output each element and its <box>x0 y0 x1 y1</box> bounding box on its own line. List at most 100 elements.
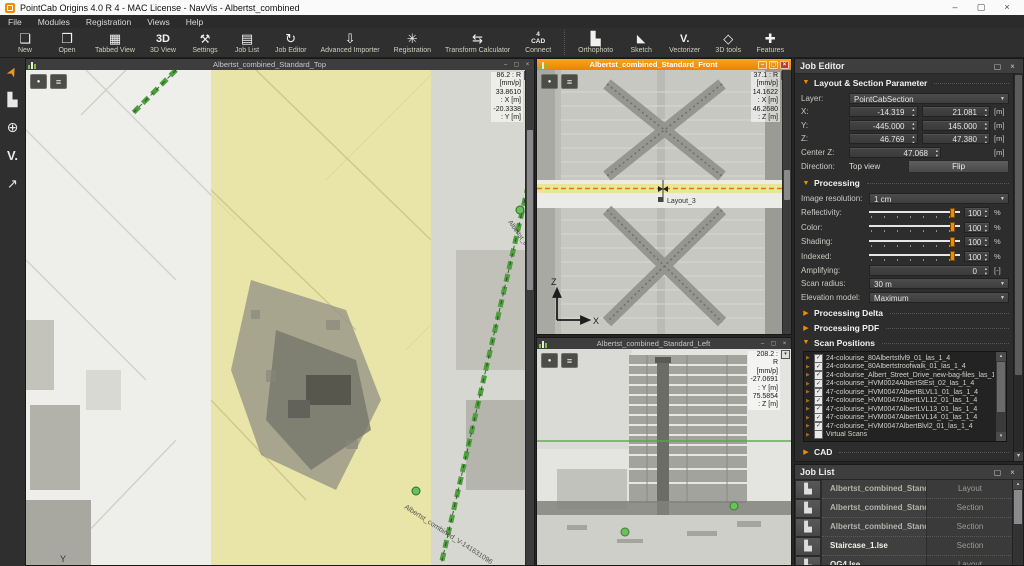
scan-checkbox[interactable]: ✓ <box>814 380 823 389</box>
viewport-close-button[interactable]: × <box>523 61 532 69</box>
layers-icon[interactable] <box>561 353 578 368</box>
menu-item[interactable]: Views <box>139 17 178 27</box>
scan-position-row[interactable]: ▶ ✓ 24-colourise_Albert_Street_Drive_new… <box>806 371 994 380</box>
toolbar-button[interactable]: ⚒ Settings <box>184 28 226 57</box>
scan-checkbox[interactable]: ✓ <box>814 397 823 406</box>
viewport-front-titlebar[interactable]: Albertst_combined_Standard_Front – ▢ × <box>537 59 791 70</box>
toolbar-button[interactable]: ✳ Registration <box>387 28 438 57</box>
percent-slider[interactable] <box>869 236 960 248</box>
scan-position-row[interactable]: ▶ ✓ 47-colourise_HVM0047AlbertBLVL1_01_l… <box>806 388 994 397</box>
window-maximize-button[interactable]: ▢ <box>975 2 987 13</box>
menu-item[interactable]: Modules <box>30 17 78 27</box>
job-list-row[interactable]: Albertst_combined_Standard Layout <box>795 480 1013 498</box>
scan-checkbox[interactable]: ✓ <box>814 405 823 414</box>
scan-position-row[interactable]: ▶ ✓ 47-colourise_HVM0047AlbertLVL12_01_l… <box>806 397 994 406</box>
scan-checkbox[interactable]: ✓ <box>814 388 823 397</box>
scan-position-row[interactable]: ▶ ✓ 47-colourise_HVM0047AlbertBlvl2_01_l… <box>806 422 994 431</box>
float-panel-icon[interactable]: ▢ <box>992 468 1003 477</box>
snapshot-icon[interactable] <box>541 353 558 368</box>
scan-checkbox[interactable]: ✓ <box>814 371 823 380</box>
job-list-scrollbar[interactable] <box>1012 480 1023 565</box>
toolbar-button[interactable]: V. Vectorizer <box>662 28 707 57</box>
section-processing[interactable]: Processing <box>801 176 1009 191</box>
expand-arrow-icon[interactable]: ▶ <box>806 355 811 361</box>
menu-item[interactable]: Help <box>178 17 211 27</box>
section-cad[interactable]: CAD <box>801 444 1009 459</box>
toolbar-button[interactable]: ◣ Sketch <box>620 28 662 57</box>
scan-checkbox[interactable]: ✓ <box>814 422 823 431</box>
percent-slider[interactable] <box>869 221 960 233</box>
viewport-top-titlebar[interactable]: Albertst_combined_Standard_Top – ▢ × <box>26 59 534 70</box>
center-z-field[interactable]: 47.068 <box>849 147 941 158</box>
slider-value-field[interactable]: 100 <box>964 236 990 247</box>
point-features-icon[interactable]: ↗ <box>3 175 22 192</box>
job-editor-header[interactable]: Job Editor ▢ × <box>795 59 1023 74</box>
toolbar-button[interactable]: ❏ New <box>4 28 46 57</box>
top-view-scrollbar[interactable] <box>525 70 534 565</box>
toolbar-button[interactable]: ⇩ Advanced Importer <box>314 28 387 57</box>
section-processing-pdf[interactable]: Processing PDF <box>801 320 1009 335</box>
toolbar-button[interactable]: ◇ 3D tools <box>707 28 749 57</box>
percent-slider[interactable] <box>869 207 960 219</box>
snapshot-icon[interactable] <box>30 74 47 89</box>
scan-position-row[interactable]: ▶ ✓ 47-colourise_HVM0047AlbertLVL13_01_l… <box>806 405 994 414</box>
job-list-row[interactable]: Staircase_1.lse Section <box>795 537 1013 555</box>
range-max-field[interactable]: 47.380 <box>922 133 991 144</box>
expand-arrow-icon[interactable]: ▶ <box>806 372 811 378</box>
toolbar-button[interactable]: 4 CAD Connect <box>517 28 559 57</box>
menu-item[interactable]: File <box>0 17 30 27</box>
readout-collapse-button[interactable] <box>781 350 790 359</box>
slider-value-field[interactable]: 100 <box>964 207 990 218</box>
expand-arrow-icon[interactable]: ▶ <box>806 389 811 395</box>
window-close-button[interactable]: × <box>1001 2 1013 13</box>
focus-icon[interactable]: ⊕ <box>3 119 22 136</box>
menu-item[interactable]: Registration <box>78 17 139 27</box>
job-list-header[interactable]: Job List ▢ × <box>795 465 1023 480</box>
toolbar-button[interactable]: ▤ Job List <box>226 28 268 57</box>
toolbar-button[interactable]: ❒ Open <box>46 28 88 57</box>
float-panel-icon[interactable]: ▢ <box>992 62 1003 71</box>
scan-radius-dropdown[interactable]: 30 m <box>869 278 1009 289</box>
layers-icon[interactable] <box>561 74 578 89</box>
expand-arrow-icon[interactable]: ▶ <box>806 423 811 429</box>
scan-checkbox[interactable]: ✓ <box>814 414 823 423</box>
vectorizer-icon[interactable]: V. <box>3 147 22 164</box>
job-list-row[interactable]: Albertst_combined_Standard Section <box>795 499 1013 517</box>
elevation-model-dropdown[interactable]: Maximum <box>869 292 1009 303</box>
expand-arrow-icon[interactable]: ▶ <box>806 364 811 370</box>
range-min-field[interactable]: -445.000 <box>849 120 918 131</box>
toolbar-button[interactable]: ▦ Tabbed View <box>88 28 142 57</box>
viewport-maximize-button[interactable]: ▢ <box>769 340 778 348</box>
scan-position-marker[interactable] <box>621 528 629 536</box>
toolbar-button[interactable]: ✚ Features <box>749 28 791 57</box>
range-min-field[interactable]: 46.769 <box>849 133 918 144</box>
range-max-field[interactable]: 145.000 <box>922 120 991 131</box>
layer-dropdown[interactable]: PointCabSection <box>849 93 1009 104</box>
range-min-field[interactable]: -14.319 <box>849 106 918 117</box>
expand-arrow-icon[interactable]: ▶ <box>806 415 811 421</box>
section-layout-parameter[interactable]: Layout & Section Parameter <box>801 75 1009 90</box>
scan-position-row[interactable]: ▶ ✓ 24-colourise_HVM0024AlbertStEst_02_l… <box>806 380 994 389</box>
front-view-canvas[interactable]: Layout_3 Z X 37.1 : R [mm/p] 14.1622 : X… <box>537 70 791 334</box>
toolbar-button[interactable]: ⇆ Transform Calculator <box>438 28 517 57</box>
section-scan-positions[interactable]: Scan Positions <box>801 335 1009 350</box>
slider-value-field[interactable]: 100 <box>964 222 990 233</box>
expand-arrow-icon[interactable]: ▶ <box>806 381 811 387</box>
slider-value-field[interactable]: 100 <box>964 251 990 262</box>
viewport-maximize-button[interactable]: ▢ <box>769 61 778 69</box>
viewport-maximize-button[interactable]: ▢ <box>512 61 521 69</box>
viewport-close-button[interactable]: × <box>780 340 789 348</box>
viewport-minimize-button[interactable]: – <box>501 61 510 69</box>
layout-icon[interactable]: ▙ <box>3 91 22 108</box>
section-processing-delta[interactable]: Processing Delta <box>801 305 1009 320</box>
expand-arrow-icon[interactable]: ▶ <box>806 398 811 404</box>
scan-position-row[interactable]: ▶ ✓ 47-colourise_HVM0047AlbertLVL14_01_l… <box>806 414 994 423</box>
expand-arrow-icon[interactable]: ▶ <box>806 406 811 412</box>
range-max-field[interactable]: 21.081 <box>922 106 991 117</box>
amplifying-field[interactable]: 0 <box>869 265 990 276</box>
image-resolution-dropdown[interactable]: 1 cm <box>869 193 1009 204</box>
close-panel-icon[interactable]: × <box>1007 62 1018 71</box>
flip-button[interactable]: Flip <box>908 160 1009 173</box>
scan-position-row[interactable]: ▶ ✓ 24-colourise_80Albertstroofwalk_01_l… <box>806 363 994 372</box>
front-view-scrollbar[interactable] <box>782 70 791 334</box>
